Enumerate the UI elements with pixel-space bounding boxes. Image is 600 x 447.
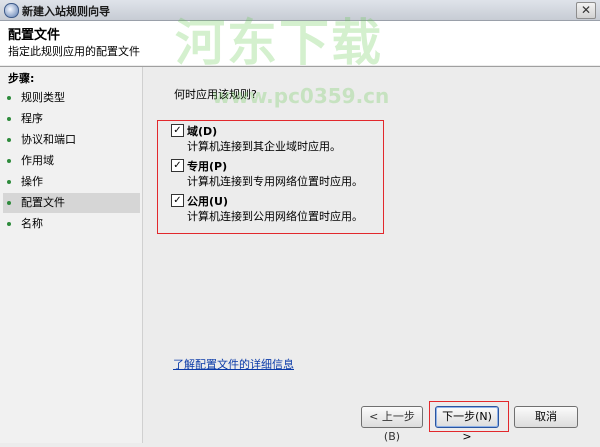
step-label: 规则类型 (21, 91, 65, 104)
question-text: 何时应用该规则? (174, 88, 257, 101)
title-bar: 新建入站规则向导 ✕ (0, 0, 600, 21)
learn-more-link[interactable]: 了解配置文件的详细信息 (173, 356, 294, 372)
step-bullet-icon (7, 222, 11, 226)
wizard-header: 配置文件 指定此规则应用的配置文件 (0, 21, 600, 65)
steps-panel: 步骤: 规则类型 程序 协议和端口 作用域 操作 配置文件 名称 (0, 67, 143, 443)
domain-checkbox[interactable]: ✓ (171, 124, 184, 137)
back-button[interactable]: < 上一步(B) (361, 406, 423, 443)
main-content: 何时应用该规则? ✓ 域(D) 计算机连接到其企业域时应用。 ✓ 专用(P) 计… (143, 67, 600, 443)
step-profile[interactable]: 配置文件 (3, 193, 140, 213)
option-label: 公用(U) (187, 195, 228, 208)
private-checkbox[interactable]: ✓ (171, 159, 184, 172)
step-bullet-icon (7, 117, 11, 121)
step-name[interactable]: 名称 (3, 214, 140, 234)
step-bullet-icon (7, 180, 11, 184)
option-description: 计算机连接到其企业域时应用。 (187, 140, 341, 153)
option-description: 计算机连接到专用网络位置时应用。 (187, 175, 363, 188)
option-label: 域(D) (187, 125, 218, 138)
step-label: 协议和端口 (21, 133, 76, 146)
step-label: 作用域 (21, 154, 54, 167)
cancel-button[interactable]: 取消 (514, 406, 578, 428)
step-program[interactable]: 程序 (3, 109, 140, 129)
step-scope[interactable]: 作用域 (3, 151, 140, 171)
steps-heading: 步骤: (8, 72, 35, 85)
close-button[interactable]: ✕ (576, 2, 596, 19)
step-bullet-icon (7, 159, 11, 163)
public-checkbox[interactable]: ✓ (171, 194, 184, 207)
page-subtitle: 指定此规则应用的配置文件 (8, 45, 140, 58)
step-bullet-icon (7, 96, 11, 100)
option-label: 专用(P) (187, 160, 228, 173)
step-label: 名称 (21, 217, 43, 230)
step-bullet-icon (7, 138, 11, 142)
step-bullet-icon (7, 201, 11, 205)
app-icon (4, 3, 19, 18)
highlight-box-next (429, 401, 509, 432)
step-action[interactable]: 操作 (3, 172, 140, 192)
step-protocol-ports[interactable]: 协议和端口 (3, 130, 140, 150)
step-rule-type[interactable]: 规则类型 (3, 88, 140, 108)
step-label: 操作 (21, 175, 43, 188)
step-label: 程序 (21, 112, 43, 125)
page-title: 配置文件 (8, 28, 61, 43)
step-label: 配置文件 (21, 196, 65, 209)
window-title: 新建入站规则向导 (22, 5, 110, 18)
option-description: 计算机连接到公用网络位置时应用。 (187, 210, 363, 223)
